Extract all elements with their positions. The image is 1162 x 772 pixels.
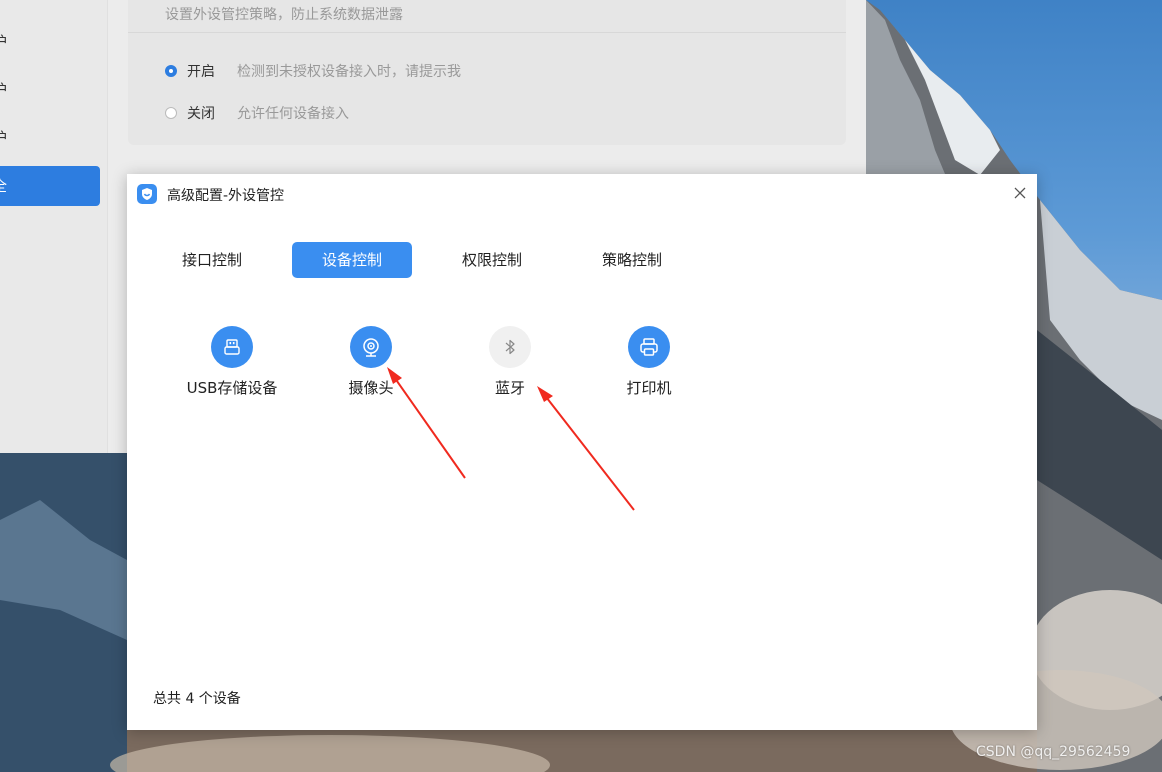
option-label: 关闭 bbox=[187, 106, 215, 122]
watermark: CSDN @qq_29562459 bbox=[976, 744, 1131, 760]
sidebar-item-active[interactable]: 全 bbox=[0, 166, 100, 206]
tab-policy-control[interactable]: 策略控制 bbox=[572, 242, 692, 278]
device-label: USB存储设备 bbox=[186, 379, 278, 397]
sidebar: ​ 护 护 护 全 bbox=[0, 0, 108, 453]
bluetooth-icon bbox=[489, 326, 531, 368]
device-label: 蓝牙 bbox=[494, 379, 525, 397]
option-enable[interactable]: 开启 检测到未授权设备接入时，请提示我 bbox=[165, 60, 461, 82]
device-usb-storage[interactable]: USB存储设备 bbox=[172, 326, 292, 398]
tab-permission-control[interactable]: 权限控制 bbox=[432, 242, 552, 278]
dialog-title: 高级配置-外设管控 bbox=[167, 188, 285, 204]
device-label: 打印机 bbox=[626, 379, 672, 397]
tab-interface-control[interactable]: 接口控制 bbox=[152, 242, 272, 278]
usb-icon bbox=[211, 326, 253, 368]
tab-device-control[interactable]: 设备控制 bbox=[292, 242, 412, 278]
device-camera[interactable]: 摄像头 bbox=[311, 326, 431, 398]
option-disable[interactable]: 关闭 允许任何设备接入 bbox=[165, 102, 349, 124]
settings-card: 设置外设管控策略，防止系统数据泄露 开启 检测到未授权设备接入时，请提示我 关闭… bbox=[128, 0, 846, 145]
device-printer[interactable]: 打印机 bbox=[589, 326, 709, 398]
device-count: 总共 4 个设备 bbox=[153, 691, 241, 707]
device-label: 摄像头 bbox=[348, 379, 394, 397]
camera-icon bbox=[350, 326, 392, 368]
option-description: 检测到未授权设备接入时，请提示我 bbox=[237, 64, 461, 80]
option-label: 开启 bbox=[187, 64, 215, 80]
close-button[interactable] bbox=[1009, 182, 1031, 204]
sidebar-item[interactable]: 护 bbox=[0, 22, 100, 62]
card-description: 设置外设管控策略，防止系统数据泄露 bbox=[165, 7, 403, 23]
sidebar-item[interactable]: 护 bbox=[0, 118, 100, 158]
radio-checked[interactable] bbox=[165, 65, 177, 77]
option-description: 允许任何设备接入 bbox=[237, 106, 349, 122]
divider bbox=[128, 32, 846, 33]
peripheral-control-dialog: 高级配置-外设管控 接口控制 设备控制 权限控制 策略控制 USB存储设备 摄像… bbox=[127, 174, 1037, 730]
radio-unchecked[interactable] bbox=[165, 107, 177, 119]
shield-app-icon bbox=[137, 184, 157, 204]
sidebar-item[interactable]: 护 bbox=[0, 70, 100, 110]
close-icon bbox=[1014, 187, 1026, 199]
printer-icon bbox=[628, 326, 670, 368]
device-bluetooth[interactable]: 蓝牙 bbox=[450, 326, 570, 398]
